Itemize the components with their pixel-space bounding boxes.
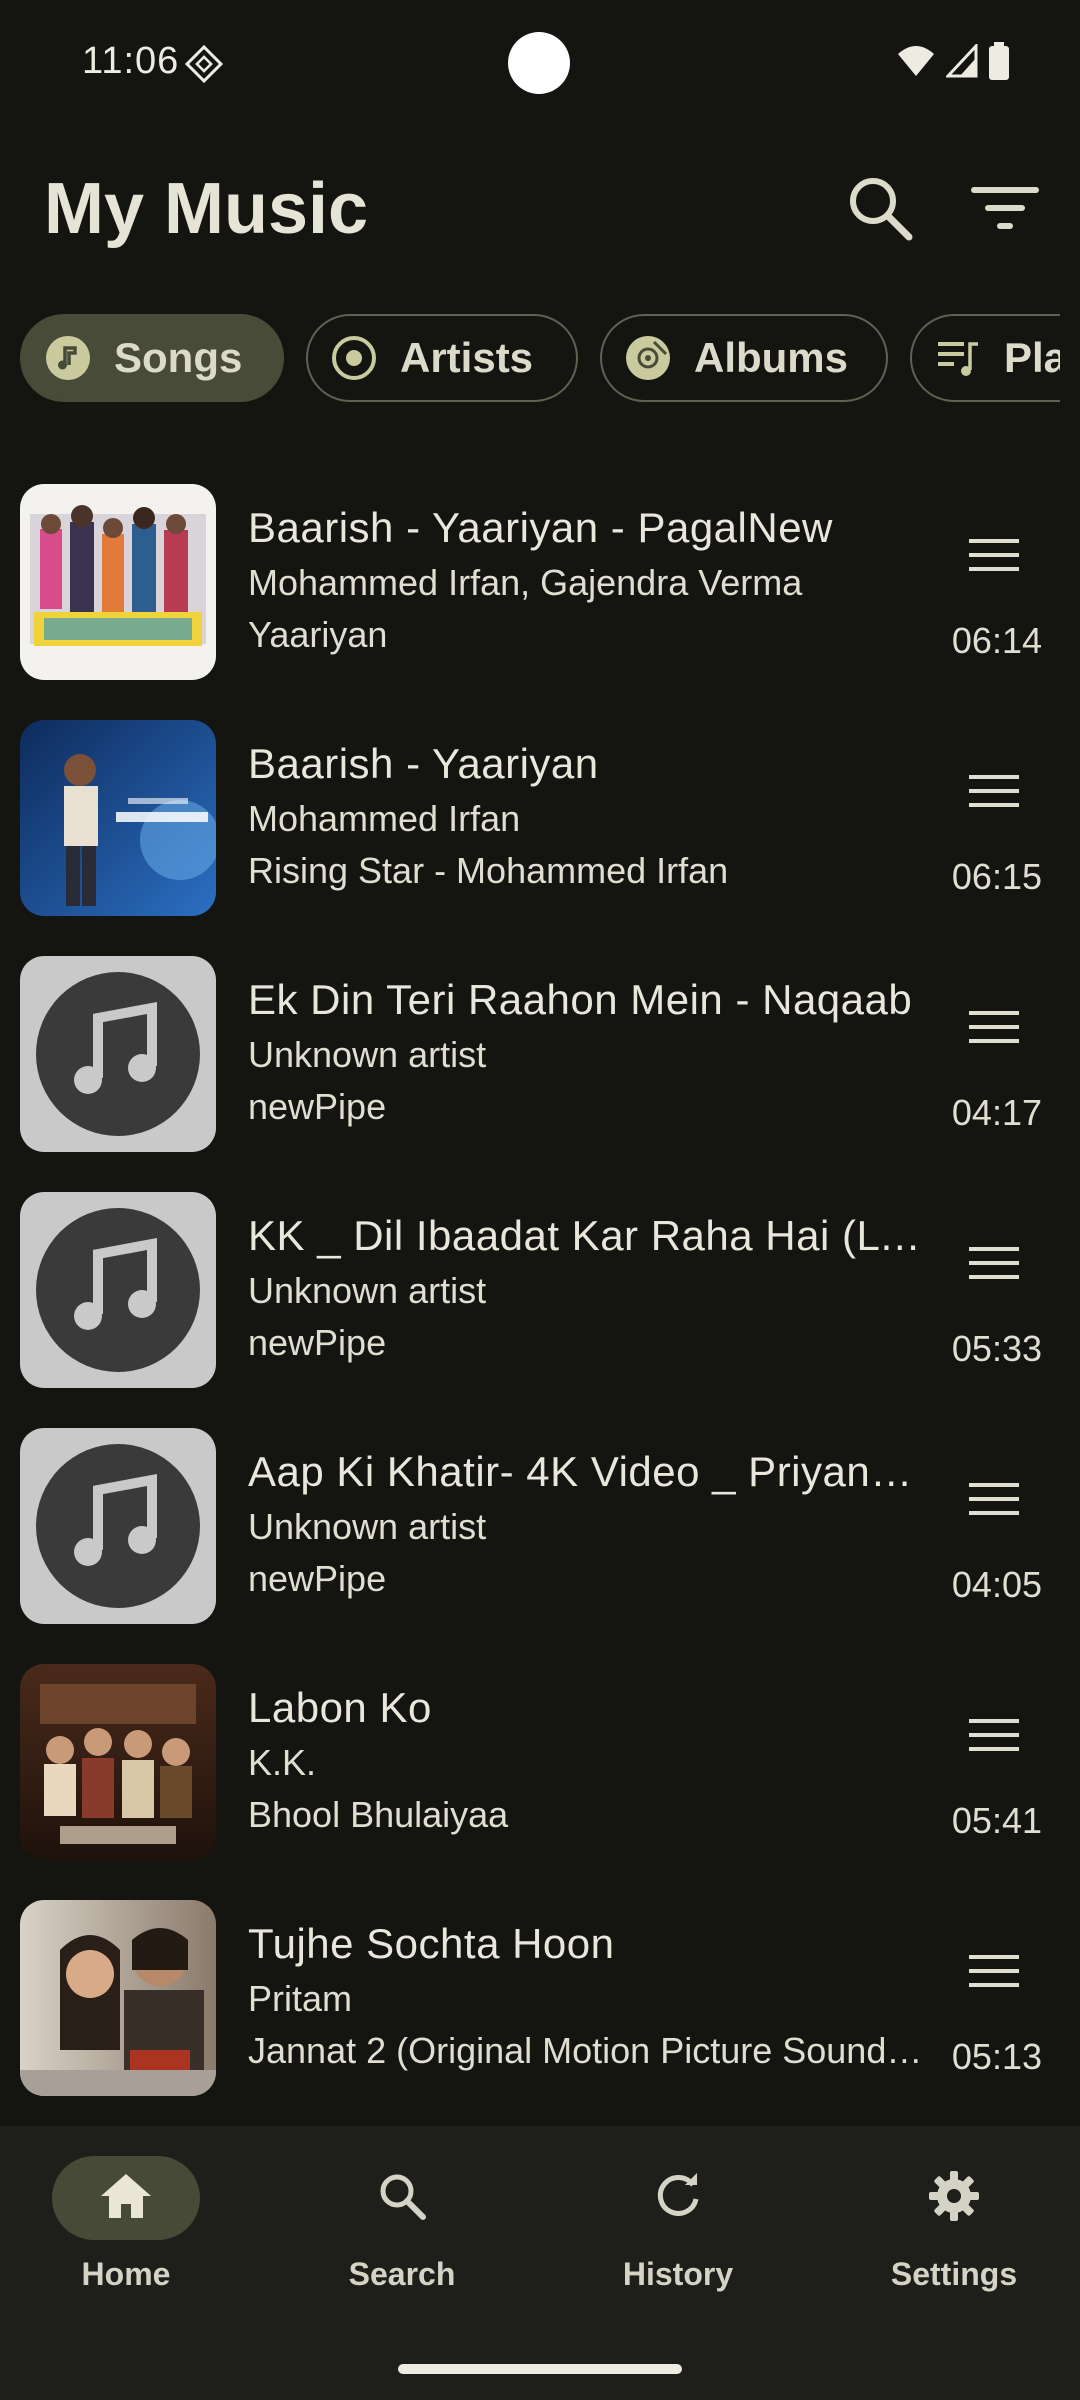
song-duration: 06:14 [951,620,1042,661]
search-icon [845,173,915,248]
status-bar: 11:06 [0,0,1080,126]
header-search-button[interactable] [840,170,920,250]
album-art-placeholder [20,1192,216,1388]
settings-icon [927,2169,981,2228]
tab-artists[interactable]: Artists [306,314,578,402]
drag-handle-icon[interactable] [964,1710,1024,1760]
header-filter-button[interactable] [966,170,1046,250]
song-title: Baarish - Yaariyan - PagalNew [248,504,833,551]
song-row[interactable]: Baarish - Yaariyan - PagalNew Mohammed I… [0,470,1080,706]
song-title: Baarish - Yaariyan [248,740,599,787]
song-duration: 04:05 [951,1564,1042,1605]
song-row[interactable]: Tujhe Sochta Hoon Pritam Jannat 2 (Origi… [0,1886,1080,2122]
nav-settings[interactable]: Settings [854,2156,1054,2316]
page-title: My Music [44,169,369,249]
song-row[interactable]: Aap Ki Khatir- 4K Video _ Priyanka Chopr… [0,1414,1080,1650]
song-artist: Unknown artist [248,1506,487,1547]
song-album: newPipe [248,1322,387,1363]
battery-icon [988,41,1010,85]
album-art [20,720,216,916]
song-artist: Unknown artist [248,1270,487,1311]
nav-home[interactable]: Home [26,2156,226,2316]
tab-label: Pla [1004,334,1060,381]
song-album: Yaariyan [248,614,388,655]
music-note-icon [44,334,92,382]
tab-songs[interactable]: Songs [20,314,284,402]
nav-label: Search [348,2256,456,2292]
album-art [20,1664,216,1860]
gesture-home-indicator[interactable] [398,2364,682,2374]
home-icon [99,2172,153,2225]
song-title: Labon Ko [248,1684,432,1731]
tab-playlists[interactable]: Pla [910,314,1060,402]
song-album: newPipe [248,1558,387,1599]
album-art [20,484,216,680]
filter-icon [971,183,1041,238]
drag-handle-icon[interactable] [964,766,1024,816]
song-duration: 04:17 [951,1092,1042,1133]
album-art [20,1900,216,2096]
song-album: Bhool Bhulaiyaa [248,1794,509,1835]
category-tabs: Songs Artists Albums Pla [20,314,1060,406]
nav-search[interactable]: Search [302,2156,502,2316]
song-duration: 05:41 [951,1800,1042,1841]
song-artist: Unknown artist [248,1034,487,1075]
song-row[interactable]: KK _ Dil Ibaadat Kar Raha Hai (Lyrics) U… [0,1178,1080,1414]
album-art-placeholder [20,956,216,1152]
album-icon [624,334,672,382]
nav-label: History [622,2256,734,2292]
camera-cutout [508,32,570,94]
cellular-signal-icon [944,41,978,83]
song-title: Aap Ki Khatir- 4K Video _ Priyanka Chopr… [248,1448,928,1495]
song-album: Rising Star - Mohammed Irfan [248,850,729,891]
song-list: Baarish - Yaariyan - PagalNew Mohammed I… [0,470,1080,2125]
song-album: newPipe [248,1086,387,1127]
bottom-navigation: Home Search History Settings [0,2126,1080,2400]
artist-icon [330,334,378,382]
drag-handle-icon[interactable] [964,530,1024,580]
song-row[interactable]: Labon Ko K.K. Bhool Bhulaiyaa 05:41 [0,1650,1080,1886]
nav-home-indicator [52,2156,200,2240]
tab-label: Songs [114,334,243,381]
drag-handle-icon[interactable] [964,1474,1024,1524]
song-title: Ek Din Teri Raahon Mein - Naqaab [248,976,913,1023]
status-icons [896,41,1010,85]
nav-label: Settings [890,2256,1018,2292]
tab-label: Artists [400,334,534,381]
song-duration: 06:15 [951,856,1042,897]
search-icon [377,2171,427,2226]
song-duration: 05:33 [951,1328,1042,1369]
tab-label: Albums [694,334,849,381]
history-icon [653,2171,703,2226]
song-duration: 05:13 [951,2036,1042,2077]
drag-handle-icon[interactable] [964,1238,1024,1288]
song-artist: Mohammed Irfan, Gajendra Verma [248,562,803,603]
wifi-icon [896,44,936,83]
album-art-placeholder [20,1428,216,1624]
drag-handle-icon[interactable] [964,1946,1024,1996]
song-artist: Pritam [248,1978,353,2019]
song-artist: K.K. [248,1742,317,1783]
playlist-icon [934,334,982,382]
song-title: Tujhe Sochta Hoon [248,1920,615,1967]
drag-handle-icon[interactable] [964,1002,1024,1052]
notification-icon [184,44,224,84]
song-row[interactable]: Ek Din Teri Raahon Mein - Naqaab Unknown… [0,942,1080,1178]
nav-history[interactable]: History [578,2156,778,2316]
song-album: Jannat 2 (Original Motion Picture Soundt… [248,2030,928,2071]
tab-albums[interactable]: Albums [600,314,888,402]
song-title: KK _ Dil Ibaadat Kar Raha Hai (Lyrics) [248,1212,928,1259]
song-artist: Mohammed Irfan [248,798,521,839]
status-time: 11:06 [82,40,180,82]
song-row[interactable]: Baarish - Yaariyan Mohammed Irfan Rising… [0,706,1080,942]
nav-label: Home [81,2256,171,2292]
